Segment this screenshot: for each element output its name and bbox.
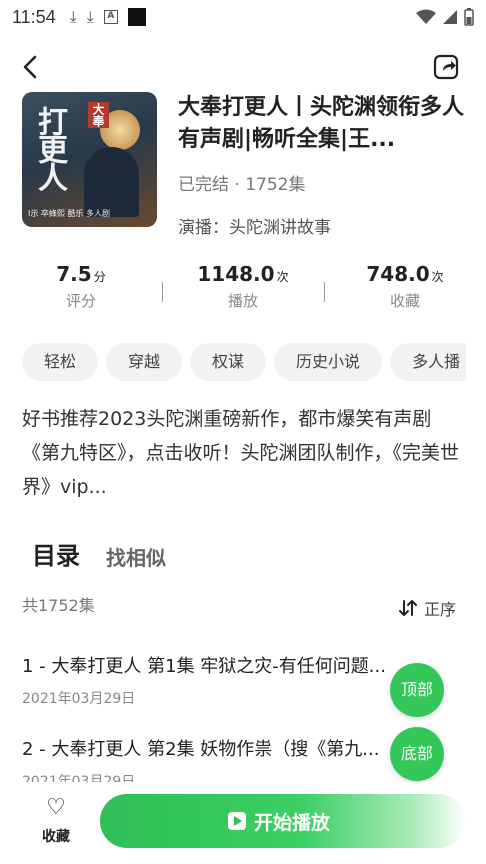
scroll-bottom-button[interactable]: 底部 [390,727,444,781]
stat-unit: 次 [431,270,444,284]
book-description[interactable]: 好书推荐2023头陀渊重磅新作，都市爆笑有声剧《第九特区》，点击收听！头陀渊团队… [22,402,466,504]
stat-label: 收藏 [389,292,420,310]
notification-square-icon [127,8,146,26]
tag-list: 轻松 穿越 权谋 历史小说 多人播 [22,343,466,381]
cover-seal: 大奉 [88,102,109,128]
stat-unit: 次 [276,270,289,284]
status-right-icons [416,8,474,26]
start-play-label: 开始播放 [254,811,331,834]
back-button[interactable] [16,52,46,82]
favorite-label: 收藏 [42,829,70,845]
stat-value: 1148.0 [197,262,275,286]
book-anchor[interactable]: 演播：头陀渊讲故事 [178,213,331,238]
book-title: 大奉打更人丨头陀渊领衔多人有声剧|畅听全集|王... [178,95,465,152]
app-notification-icon: A [103,10,118,24]
sort-arrows-icon [399,600,417,616]
tag-chip[interactable]: 穿越 [106,343,183,381]
heart-icon: ♡ [46,795,66,820]
stat-value: 7.5 [56,262,92,286]
sort-button[interactable]: 正序 [398,596,456,620]
status-time: 11:54 [12,6,56,27]
battery-icon [464,8,474,26]
episode-count: 共1752集 [22,596,95,615]
cover-subtitle: Ⅰ示 卒蜂熙 酷乐 多人剧 [28,209,110,218]
signal-icon [443,10,457,24]
download-icon: ⤓ [69,7,77,26]
book-status: 已完结 · 1752集 [178,175,306,195]
scroll-top-button[interactable]: 顶部 [390,663,444,717]
wifi-icon [416,9,436,24]
tag-chip[interactable]: 历史小说 [274,343,383,381]
stat-label: 评分 [65,292,96,310]
share-icon [433,54,459,80]
stat-plays: 1148.0 次 播放 [162,262,324,311]
tag-chip[interactable]: 权谋 [190,343,267,381]
share-button[interactable] [432,52,462,82]
sort-label: 正序 [424,600,457,619]
status-bar: 11:54 ⤓ ⤓ A [0,0,486,34]
stat-value: 748.0 [366,262,430,286]
start-play-button[interactable]: 开始播放 [100,794,466,848]
cover-title: 打更人 [32,106,67,190]
tag-chip[interactable]: 多人播 [390,343,466,381]
play-icon [228,812,246,830]
tab-similar[interactable]: 找相似 [106,542,166,571]
download-icon: ⤓ [86,7,94,26]
stat-favorites: 748.0 次 收藏 [324,262,486,311]
stat-label: 播放 [227,292,258,310]
chevron-left-icon [23,55,37,79]
bottom-bar: ♡ 收藏 开始播放 [0,782,486,864]
stat-unit: 分 [93,270,106,284]
book-cover: 打更人 大奉 Ⅰ示 卒蜂熙 酷乐 多人剧 [22,92,157,227]
cover-figure [84,147,139,217]
favorite-button[interactable]: ♡ 收藏 [36,796,76,846]
content-tabs: 目录 找相似 [32,536,166,571]
tab-catalog[interactable]: 目录 [32,536,80,571]
stat-rating: 7.5 分 评分 [0,262,162,311]
stats-row: 7.5 分 评分 1148.0 次 播放 748.0 次 收藏 [0,262,486,322]
tag-chip[interactable]: 轻松 [22,343,99,381]
